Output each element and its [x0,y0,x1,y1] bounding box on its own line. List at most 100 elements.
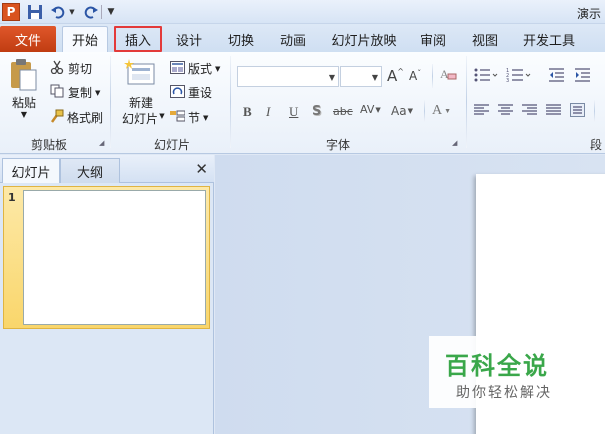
font-color-button[interactable]: A ▼ [432,103,451,119]
change-case-button[interactable]: Aa ▼ [391,104,413,118]
copy-dropdown-icon[interactable]: ▼ [95,89,100,97]
tab-developer[interactable]: 开发工具 [518,26,580,52]
shadow-button[interactable]: S [312,104,321,119]
justify-icon [546,104,561,119]
clear-formatting-button[interactable]: A [439,66,457,85]
align-left-icon [474,104,489,119]
font-color-label: A [432,103,443,118]
clear-formatting-icon: A [439,66,457,85]
distributed-icon [570,103,585,120]
new-slide-dropdown-icon[interactable]: ▼ [158,112,166,120]
clipboard-launcher-icon[interactable]: ◢ [99,139,107,147]
decrease-indent-button[interactable] [549,68,565,85]
underline-button[interactable]: U [289,104,298,120]
watermark-logo: 百科全说 [445,352,549,380]
ribbon: 粘贴 ▼ 剪切 复制 ▼ 格式刷 剪贴板 ◢ 新建 幻灯片 ▼ 版式 ▼ 重设 … [0,52,605,154]
slide-thumbnail[interactable] [23,190,206,325]
window-title: 演示 [576,7,601,21]
layout-label: 版式 [188,62,213,76]
new-slide-button[interactable] [124,58,156,91]
layout-icon [170,60,185,77]
character-spacing-label: AV [360,103,375,116]
close-icon[interactable]: ✕ [195,160,208,178]
tab-transitions[interactable]: 切换 [220,26,262,52]
paste-icon [8,58,38,95]
font-launcher-icon[interactable]: ◢ [452,139,460,147]
copy-label: 复制 [68,86,93,100]
powerpoint-logo-icon[interactable]: P [2,3,20,21]
numbered-list-icon: 123 [506,68,532,85]
section-dropdown-icon[interactable]: ▼ [203,114,208,122]
customize-toolbar-icon[interactable]: ▼ [106,3,116,21]
tab-insert[interactable]: 插入 [114,26,162,52]
paste-button[interactable] [8,58,38,95]
cut-label: 剪切 [68,62,93,76]
align-center-button[interactable] [498,104,513,119]
tab-file[interactable]: 文件 [0,26,56,52]
shrink-font-label: A [409,69,418,83]
shrink-font-button[interactable]: Aˇ [409,69,421,83]
redo-icon[interactable] [84,3,98,21]
format-painter-button[interactable]: 格式刷 [50,109,103,126]
tab-design[interactable]: 设计 [168,26,210,52]
reset-icon [170,84,185,101]
align-right-icon [522,104,537,119]
chevron-down-icon: ▼ [328,73,335,82]
bullet-list-icon [474,68,498,85]
font-size-combo[interactable]: ▼ [340,66,382,87]
justify-button[interactable] [546,104,561,119]
format-painter-label: 格式刷 [67,111,104,125]
reset-button[interactable]: 重设 [170,84,212,101]
save-icon[interactable] [27,4,43,20]
section-label: 节 [188,111,201,125]
tab-review[interactable]: 审阅 [412,26,454,52]
tab-slides[interactable]: 幻灯片 [2,158,60,183]
align-left-button[interactable] [474,104,489,119]
strikethrough-button[interactable]: abc [333,105,353,118]
new-slide-icon [124,58,156,91]
layout-button[interactable]: 版式 ▼ [170,60,220,77]
slide-thumbnail-selected[interactable]: 1 [3,186,210,329]
chevron-down-icon: ▼ [407,107,413,115]
group-divider [110,56,111,148]
bold-button[interactable]: B [243,104,252,120]
italic-button[interactable]: I [266,104,270,120]
numbering-button[interactable]: 123 [506,68,532,85]
tab-slide-show[interactable]: 幻灯片放映 [328,26,400,52]
paste-dropdown-icon[interactable]: ▼ [18,110,30,119]
reset-label: 重设 [188,86,213,100]
pane-tab-bar: 幻灯片 大纲 ✕ [0,155,214,183]
undo-icon[interactable] [51,3,65,21]
distributed-button[interactable] [570,103,585,120]
paste-label: 粘贴 [11,96,36,110]
layout-dropdown-icon[interactable]: ▼ [215,65,220,73]
scissors-icon [50,60,64,77]
character-spacing-button[interactable]: AV ▼ [360,103,381,116]
change-case-label: Aa [391,104,407,118]
copy-button[interactable]: 复制 ▼ [50,84,100,101]
section-button[interactable]: 节 ▼ [170,109,208,126]
bullets-button[interactable] [474,68,498,85]
caret-down-icon: ˇ [417,69,422,78]
new-slide-label-1: 新建 [128,96,153,110]
font-group-label: 字体 [325,138,350,152]
section-icon [170,110,186,126]
increase-indent-button[interactable] [575,68,591,85]
group-divider [466,56,467,148]
tab-view[interactable]: 视图 [464,26,506,52]
align-right-button[interactable] [522,104,537,119]
watermark: 百科全说 助你轻松解决 [429,336,605,408]
tab-animations[interactable]: 动画 [272,26,314,52]
cut-button[interactable]: 剪切 [50,60,92,77]
tab-home[interactable]: 开始 [62,26,108,52]
font-name-combo[interactable]: ▼ [237,66,339,87]
undo-dropdown-icon[interactable]: ▼ [68,3,76,21]
clipboard-group-label: 剪贴板 [30,138,67,152]
slides-pane: 幻灯片 大纲 ✕ 1 [0,155,214,434]
paragraph-group-label: 段 [590,138,603,152]
align-center-icon [498,104,513,119]
grow-font-button[interactable]: A ^ [387,67,404,85]
tab-outline[interactable]: 大纲 [60,158,120,183]
group-divider [230,56,231,148]
decrease-indent-icon [549,68,565,85]
